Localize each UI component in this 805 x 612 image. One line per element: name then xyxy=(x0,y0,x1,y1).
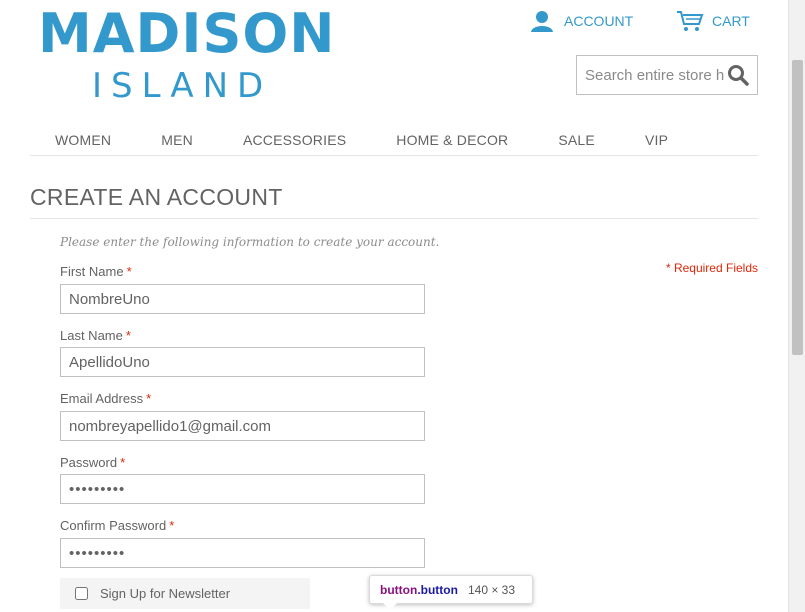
required-fields-note: * Required Fields xyxy=(665,261,758,275)
last-name-label-text: Last Name xyxy=(60,328,123,343)
page-title: CREATE AN ACCOUNT xyxy=(30,184,283,210)
email-field[interactable] xyxy=(60,411,425,441)
logo-line-2: ISLAND xyxy=(92,66,273,106)
last-name-label: Last Name * xyxy=(60,328,131,343)
email-label-text: Email Address xyxy=(60,391,144,406)
confirm-password-label-text: Confirm Password xyxy=(60,518,167,533)
page-scrollbar[interactable] xyxy=(788,0,805,612)
search-icon[interactable] xyxy=(727,64,749,86)
nav-item-accessories[interactable]: ACCESSORIES xyxy=(218,124,371,155)
user-icon xyxy=(531,11,553,32)
required-star: * xyxy=(120,455,126,470)
tooltip-class: .button xyxy=(417,582,458,597)
nav-item-sale[interactable]: SALE xyxy=(533,124,620,155)
newsletter-option[interactable]: Sign Up for Newsletter xyxy=(60,578,310,609)
newsletter-checkbox[interactable] xyxy=(75,587,88,600)
tooltip-arrow xyxy=(383,603,397,610)
required-star: * xyxy=(146,391,152,406)
tooltip-size: 140 × 33 xyxy=(467,582,516,597)
scrollbar-thumb[interactable] xyxy=(792,60,803,355)
cart-label: CART xyxy=(712,13,750,29)
email-label: Email Address * xyxy=(60,391,151,406)
first-name-label: First Name * xyxy=(60,264,132,279)
nav-item-vip[interactable]: VIP xyxy=(620,124,693,155)
cart-link[interactable]: CART xyxy=(676,10,750,32)
page-title-bar: CREATE AN ACCOUNT xyxy=(30,184,758,219)
logo-line-1: MADISON xyxy=(38,2,336,65)
cart-icon xyxy=(677,11,704,31)
form-intro: Please enter the following information t… xyxy=(60,235,440,249)
confirm-password-field[interactable] xyxy=(60,538,425,568)
nav-item-women[interactable]: WOMEN xyxy=(30,124,136,155)
confirm-password-label: Confirm Password * xyxy=(60,518,174,533)
required-star: * xyxy=(126,264,132,279)
first-name-field[interactable] xyxy=(60,284,425,314)
account-label: ACCOUNT xyxy=(564,13,634,29)
search-input[interactable] xyxy=(577,56,725,94)
password-label-text: Password xyxy=(60,455,118,470)
main-nav: WOMEN MEN ACCESSORIES HOME & DECOR SALE … xyxy=(30,124,758,156)
password-field[interactable] xyxy=(60,474,425,504)
nav-item-home-decor[interactable]: HOME & DECOR xyxy=(371,124,533,155)
last-name-field[interactable] xyxy=(60,347,425,377)
first-name-label-text: First Name xyxy=(60,264,124,279)
password-label: Password * xyxy=(60,455,125,470)
logo[interactable]: MADISON ISLAND xyxy=(38,4,334,108)
newsletter-label: Sign Up for Newsletter xyxy=(100,586,231,601)
nav-item-men[interactable]: MEN xyxy=(136,124,218,155)
devtools-element-tooltip: button .button 140 × 33 xyxy=(369,575,533,604)
search-box xyxy=(576,55,758,95)
required-star: * xyxy=(169,518,175,533)
required-star: * xyxy=(125,328,131,343)
account-link[interactable]: ACCOUNT xyxy=(530,10,633,32)
tooltip-tag: button xyxy=(380,582,418,597)
